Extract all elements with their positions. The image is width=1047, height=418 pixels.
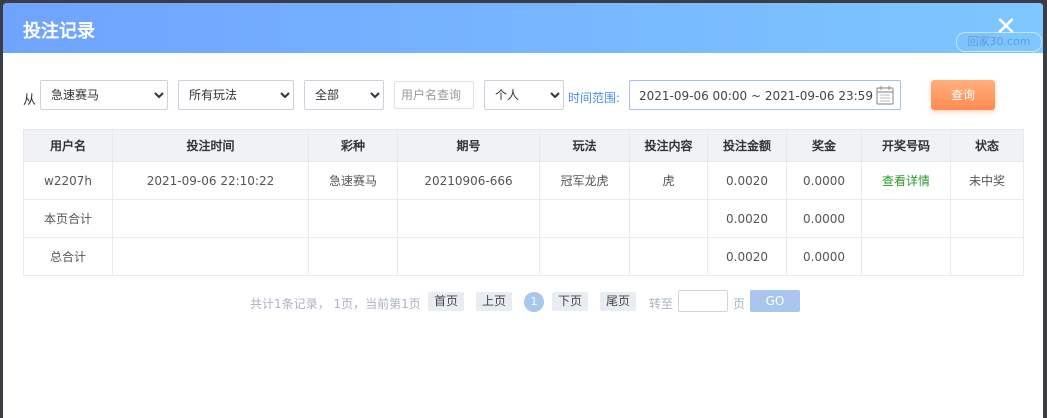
cell-content: 虎	[629, 161, 708, 200]
cell-empty	[629, 237, 708, 276]
col-header-issue: 期号	[397, 129, 540, 162]
lottery-select[interactable]: 急速赛马	[40, 80, 168, 110]
cell-empty	[861, 199, 951, 238]
view-details-link[interactable]: 查看详情	[861, 161, 951, 200]
current-page[interactable]: 1	[524, 292, 544, 312]
col-header-amount: 投注金额	[707, 129, 787, 162]
cell-grand-total-prize: 0.0000	[786, 237, 862, 276]
username-search-input[interactable]	[394, 81, 474, 109]
col-header-bet-time: 投注时间	[112, 129, 309, 162]
from-label: 从	[23, 93, 37, 108]
col-header-prize: 奖金	[786, 129, 862, 162]
col-header-content: 投注内容	[629, 129, 708, 162]
date-range-value: 2021-09-06 00:00 ~ 2021-09-06 23:59	[639, 89, 873, 103]
cell-empty	[397, 237, 540, 276]
col-header-status: 状态	[950, 129, 1024, 162]
goto-label: 转至	[649, 297, 674, 311]
col-header-username: 用户名	[23, 129, 113, 162]
dialog-header: 投注记录 ✕ 回家30.com	[3, 3, 1043, 53]
prev-page-button[interactable]: 上页	[476, 292, 513, 311]
cell-empty	[950, 237, 1024, 276]
bet-records-table: 用户名 投注时间 彩种 期号 玩法 投注内容 投注金额 奖金 开奖号码 状态 w…	[23, 129, 1024, 276]
col-header-lottery: 彩种	[308, 129, 398, 162]
cell-empty	[112, 237, 309, 276]
cell-grand-total-amount: 0.0020	[707, 237, 787, 276]
cell-play: 冠军龙虎	[539, 161, 630, 200]
go-button[interactable]: GO	[750, 290, 800, 312]
watermark-logo: 回家30.com	[956, 32, 1042, 52]
dialog-title: 投注记录	[23, 21, 95, 42]
play-type-select[interactable]: 所有玩法	[178, 80, 294, 110]
goto-page-input[interactable]	[678, 290, 728, 312]
date-range-picker[interactable]: 2021-09-06 00:00 ~ 2021-09-06 23:59	[629, 80, 901, 110]
cell-empty	[112, 199, 309, 238]
time-range-label: 时间范围:	[568, 91, 621, 105]
col-header-play: 玩法	[539, 129, 630, 162]
table-header-row: 用户名 投注时间 彩种 期号 玩法 投注内容 投注金额 奖金 开奖号码 状态	[23, 129, 1024, 162]
cell-empty	[629, 199, 708, 238]
cell-amount: 0.0020	[707, 161, 787, 200]
cell-lottery: 急速赛马	[308, 161, 398, 200]
cell-bet-time: 2021-09-06 22:10:22	[112, 161, 309, 200]
table-row-grand-total: 总合计 0.0020 0.0000	[23, 237, 1024, 276]
cell-empty	[539, 199, 630, 238]
table-row-page-total: 本页合计 0.0020 0.0000	[23, 199, 1024, 238]
cell-empty	[539, 237, 630, 276]
last-page-button[interactable]: 尾页	[600, 292, 637, 311]
cell-grand-total-label: 总合计	[23, 237, 113, 276]
cell-page-total-label: 本页合计	[23, 199, 113, 238]
scope-select[interactable]: 个人	[484, 80, 564, 110]
cell-empty	[950, 199, 1024, 238]
cell-issue: 20210906-666	[397, 161, 540, 200]
pagination-info: 共计1条记录， 1页，当前第1页	[250, 297, 421, 311]
bet-records-dialog: 投注记录 ✕ 回家30.com 从 急速赛马 所有玩法 全部 个人 时间范围: …	[3, 3, 1043, 418]
calendar-icon[interactable]	[876, 85, 894, 105]
table-row: w2207h 2021-09-06 22:10:22 急速赛马 20210906…	[23, 161, 1024, 200]
next-page-button[interactable]: 下页	[552, 292, 589, 311]
col-header-draw-number: 开奖号码	[861, 129, 951, 162]
first-page-button[interactable]: 首页	[428, 292, 465, 311]
cell-status: 未中奖	[950, 161, 1024, 200]
cell-username: w2207h	[23, 161, 113, 200]
filter-bar: 从 急速赛马 所有玩法 全部 个人 时间范围: 2021-09-06 00:00…	[3, 80, 1043, 112]
cell-empty	[397, 199, 540, 238]
query-button[interactable]: 查询	[931, 80, 995, 110]
cell-empty	[308, 237, 398, 276]
pagination: 共计1条记录， 1页，当前第1页 首页 上页 1 下页 尾页 转至 页 GO	[3, 290, 1043, 314]
status-select[interactable]: 全部	[304, 80, 384, 110]
page-unit-label: 页	[733, 297, 746, 311]
cell-empty	[861, 237, 951, 276]
cell-page-total-prize: 0.0000	[786, 199, 862, 238]
cell-page-total-amount: 0.0020	[707, 199, 787, 238]
cell-prize: 0.0000	[786, 161, 862, 200]
cell-empty	[308, 199, 398, 238]
